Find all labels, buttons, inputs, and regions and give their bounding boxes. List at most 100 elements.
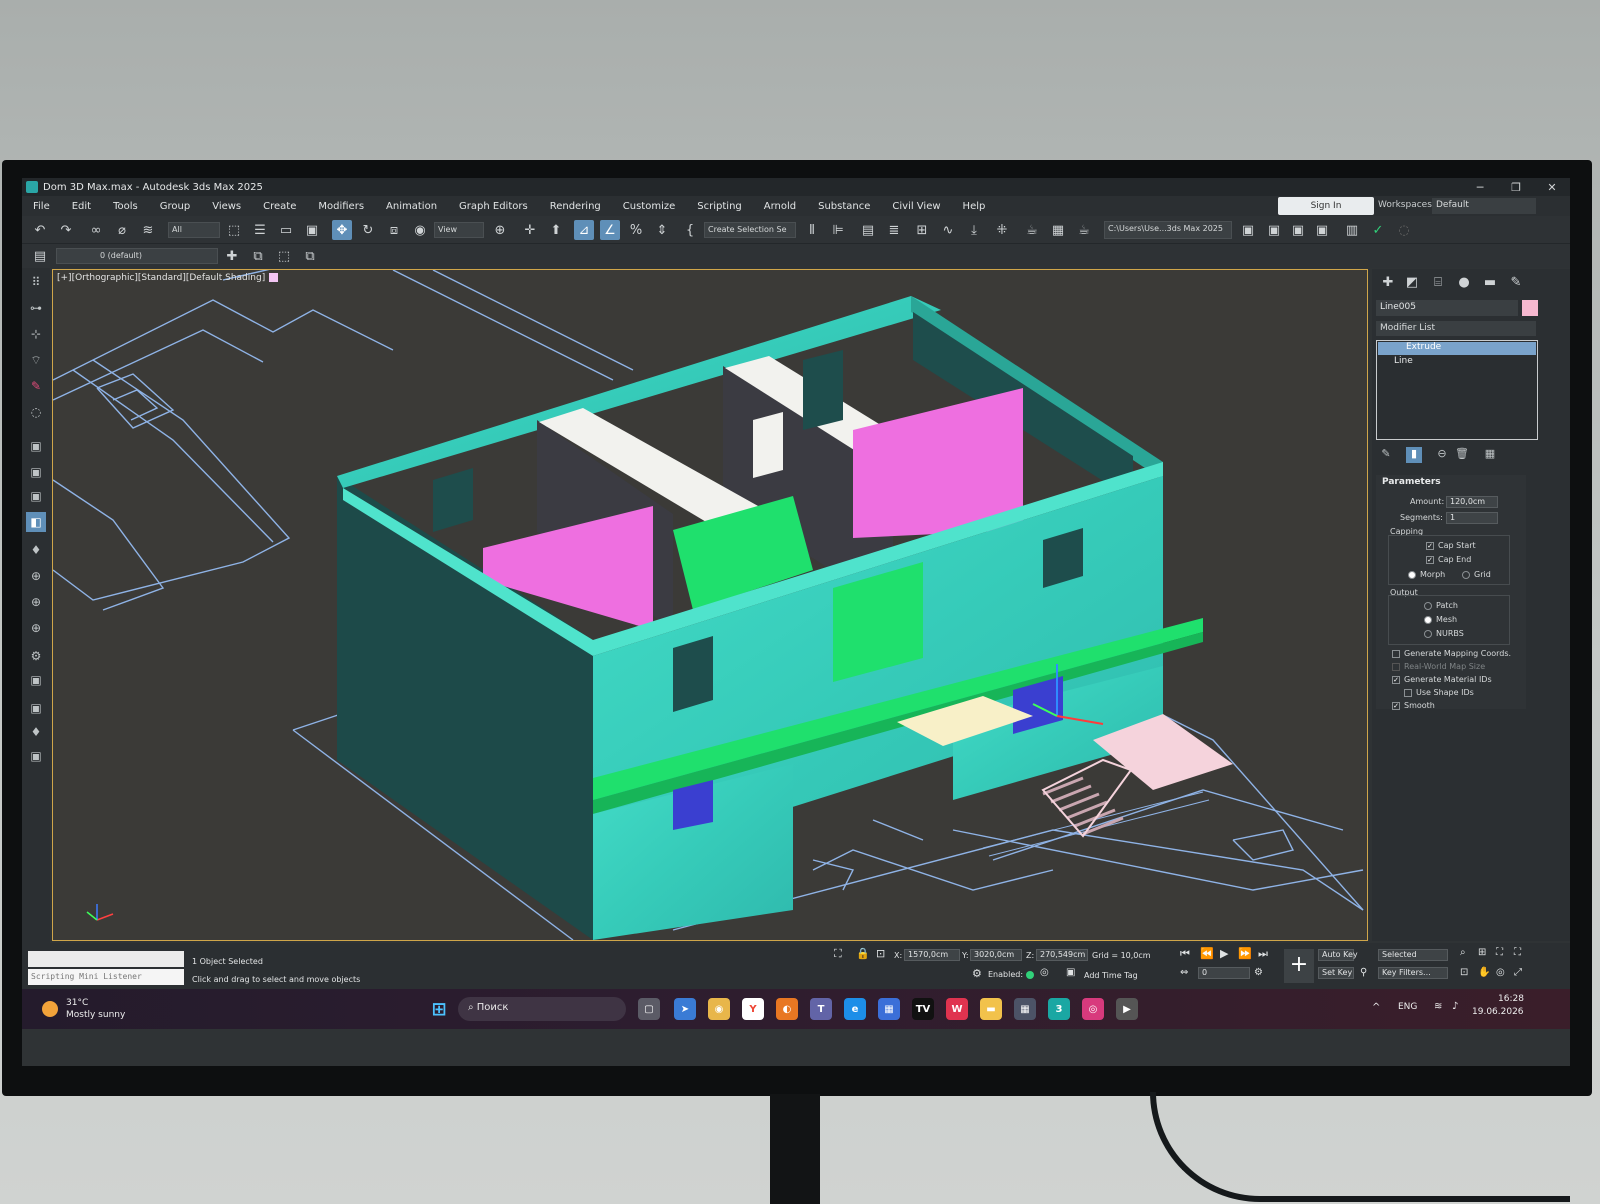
project-open-icon[interactable]: ▣ xyxy=(1238,220,1258,240)
next-frame-icon[interactable]: ⏩ xyxy=(1238,947,1252,960)
select-object-icon[interactable]: ⬚ xyxy=(224,220,244,240)
grid-radio[interactable]: Grid xyxy=(1462,570,1491,579)
field-of-view-icon[interactable]: ⊡ xyxy=(1460,967,1468,978)
nurbs-radio[interactable]: NURBS xyxy=(1424,629,1464,638)
tool-f-icon[interactable]: ▣ xyxy=(26,670,46,690)
scripting-mini-listener[interactable]: Scripting Mini Listener xyxy=(28,969,184,985)
viewport-label[interactable]: [+][Orthographic][Standard][Default Shad… xyxy=(57,273,279,283)
tradingview-icon[interactable]: TV xyxy=(912,998,934,1020)
calculator-icon[interactable]: ▦ xyxy=(1014,998,1036,1020)
angle-snap-icon[interactable]: ∠ xyxy=(600,220,620,240)
curve-editor-icon[interactable]: ∿ xyxy=(938,220,958,240)
orbit-view-icon[interactable]: ◎ xyxy=(1496,967,1505,978)
wifi-icon[interactable]: ≋ xyxy=(1434,1001,1442,1012)
bind-space-warp-icon[interactable]: ≋ xyxy=(138,220,158,240)
menu-modifiers[interactable]: Modifiers xyxy=(307,201,375,212)
real-world-checkbox[interactable]: Real-World Map Size xyxy=(1392,662,1485,671)
alem-icon[interactable]: ⊕ xyxy=(26,592,46,612)
menu-graph-editors[interactable]: Graph Editors xyxy=(448,201,539,212)
measure-icon[interactable]: ⊶ xyxy=(26,298,46,318)
wps-icon[interactable]: W xyxy=(946,998,968,1020)
orbit-icon[interactable]: ◌ xyxy=(26,402,46,422)
menu-views[interactable]: Views xyxy=(201,201,252,212)
render-setup-icon[interactable]: ☕ xyxy=(1022,220,1042,240)
project-path-dropdown[interactable]: C:\Users\Use...3ds Max 2025 xyxy=(1104,221,1232,239)
smooth-checkbox[interactable]: ✓ Smooth xyxy=(1392,701,1435,710)
add-to-layer-icon[interactable]: ⧉ xyxy=(248,246,268,266)
select-move-icon[interactable]: ✥ xyxy=(332,220,352,240)
menu-rendering[interactable]: Rendering xyxy=(539,201,612,212)
configure-sets-icon[interactable]: ▦ xyxy=(1482,447,1498,463)
create-tab-icon[interactable]: ✚ xyxy=(1378,275,1398,293)
layer-explorer-icon[interactable]: ≣ xyxy=(884,220,904,240)
previous-frame-icon[interactable]: ⏪ xyxy=(1200,947,1214,960)
go-to-end-icon[interactable]: ⏭ xyxy=(1258,947,1268,961)
absolute-mode-icon[interactable]: ⊡ xyxy=(876,947,885,960)
undo-icon[interactable]: ↶ xyxy=(30,220,50,240)
store-icon[interactable]: ▦ xyxy=(878,998,900,1020)
tool-i-icon[interactable]: ▣ xyxy=(26,746,46,766)
hierarchy-tab-icon[interactable]: ⌸ xyxy=(1428,275,1448,293)
menu-help[interactable]: Help xyxy=(952,201,997,212)
named-selection-dropdown[interactable]: Create Selection Se xyxy=(704,222,796,238)
tray-chevron-icon[interactable]: ^ xyxy=(1372,1002,1380,1013)
stack-item-line[interactable]: Line xyxy=(1378,356,1536,369)
save-icon[interactable]: ▥ xyxy=(1342,220,1362,240)
pan-icon[interactable]: ✋ xyxy=(1478,967,1490,978)
make-unique-icon[interactable]: ⊖ xyxy=(1434,447,1450,463)
tool-c-icon[interactable]: ▣ xyxy=(26,486,46,506)
menu-scripting[interactable]: Scripting xyxy=(686,201,752,212)
menu-animation[interactable]: Animation xyxy=(375,201,448,212)
menu-civil-view[interactable]: Civil View xyxy=(881,201,951,212)
y-coordinate-field[interactable]: 3020,0cm xyxy=(970,949,1022,961)
keyboard-shortcut-toggle-icon[interactable]: ⬆ xyxy=(546,220,566,240)
key-mode-dropdown[interactable]: Selected xyxy=(1378,949,1448,961)
object-color-swatch[interactable] xyxy=(1522,300,1538,316)
chrome-icon[interactable]: ◉ xyxy=(708,998,730,1020)
3dsmax-icon[interactable]: 3 xyxy=(1048,998,1070,1020)
select-manipulate-icon[interactable]: ✛ xyxy=(520,220,540,240)
key-mode-toggle-icon[interactable]: ⇔ xyxy=(1180,967,1188,978)
teams-icon[interactable]: T xyxy=(810,998,832,1020)
project-folder-icon[interactable]: ▣ xyxy=(1264,220,1284,240)
auto-key-button[interactable]: Auto Key xyxy=(1318,949,1358,961)
perspective-viewport[interactable]: [+][Orthographic][Standard][Default Shad… xyxy=(52,269,1368,941)
morph-radio[interactable]: Morph xyxy=(1408,570,1445,579)
select-layer-objects-icon[interactable]: ⬚ xyxy=(274,246,294,266)
select-rotate-icon[interactable]: ↻ xyxy=(358,220,378,240)
start-icon[interactable]: ⊞ xyxy=(428,998,450,1020)
unlink-icon[interactable]: ⌀ xyxy=(112,220,132,240)
key-filter-icon[interactable]: ⚲ xyxy=(1360,967,1367,978)
task-view-icon[interactable]: ▢ xyxy=(638,998,660,1020)
lasso-icon[interactable]: ⌔ xyxy=(26,350,46,370)
menu-arnold[interactable]: Arnold xyxy=(753,201,807,212)
show-end-result-icon[interactable]: ▮ xyxy=(1406,447,1422,463)
project-settings-icon[interactable]: ▣ xyxy=(1312,220,1332,240)
sign-in-button[interactable]: Sign In xyxy=(1278,197,1374,215)
align-icon[interactable]: ⊫ xyxy=(828,220,848,240)
cap-start-checkbox[interactable]: ✓ Cap Start xyxy=(1426,541,1476,550)
stack-item-extrude[interactable]: Extrude xyxy=(1378,342,1536,355)
motion-tab-icon[interactable]: ● xyxy=(1454,275,1474,293)
menu-substance[interactable]: Substance xyxy=(807,201,881,212)
z-coordinate-field[interactable]: 270,549cm xyxy=(1036,949,1088,961)
enabled-indicator[interactable] xyxy=(1026,971,1034,979)
zoom-icon[interactable]: ⌕ xyxy=(1460,947,1466,958)
add-time-tag-button[interactable]: Add Time Tag xyxy=(1084,971,1138,980)
remove-modifier-icon[interactable]: 🗑 xyxy=(1454,447,1470,463)
menu-customize[interactable]: Customize xyxy=(612,201,687,212)
blender-icon[interactable]: ◐ xyxy=(776,998,798,1020)
window-crossing-icon[interactable]: ▣ xyxy=(302,220,322,240)
menu-file[interactable]: File xyxy=(22,201,61,212)
zoom-extents-all-icon[interactable]: ⛶ xyxy=(1514,947,1521,958)
gen-mat-ids-checkbox[interactable]: ✓ Generate Material IDs xyxy=(1392,675,1492,684)
modify-tab-icon[interactable]: ◩ xyxy=(1402,275,1422,293)
snaps-toggle-icon[interactable]: ⊿ xyxy=(574,220,594,240)
tool-d-icon[interactable]: ◧ xyxy=(26,512,46,532)
project-save-icon[interactable]: ▣ xyxy=(1288,220,1308,240)
material-editor-icon[interactable]: ⁜ xyxy=(992,220,1012,240)
adaptive-degradation-icon[interactable]: ⚙ xyxy=(972,967,982,980)
amount-spinner[interactable]: 120,0cm xyxy=(1446,496,1498,508)
current-frame-field[interactable]: 0 xyxy=(1198,967,1250,979)
select-by-name-icon[interactable]: ☰ xyxy=(250,220,270,240)
